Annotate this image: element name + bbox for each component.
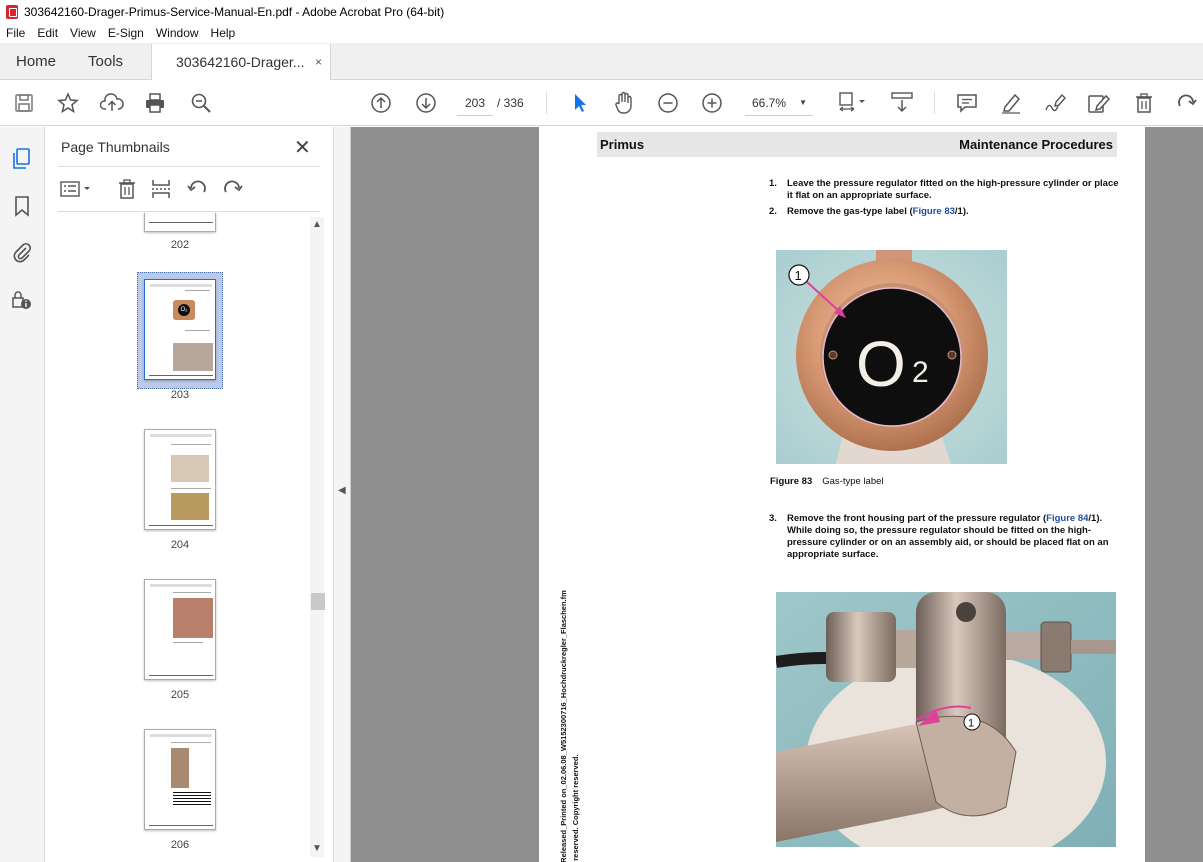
print-icon[interactable]: [143, 91, 167, 115]
previous-page-icon[interactable]: [369, 91, 393, 115]
pdf-page: Primus Maintenance Procedures 1. Leave t…: [539, 127, 1145, 862]
title-bar: 303642160-Drager-Primus-Service-Manual-E…: [0, 0, 1203, 23]
step-1: 1. Leave the pressure regulator fitted o…: [769, 178, 1119, 201]
figure-83-number: Figure 83: [770, 476, 813, 487]
scroll-down-arrow-icon[interactable]: ▼: [312, 843, 322, 854]
header-section-name: Maintenance Procedures: [959, 137, 1113, 152]
toolbar-divider: [546, 92, 547, 114]
page-header-bar: Primus Maintenance Procedures: [597, 132, 1117, 157]
chevron-down-icon: ▼: [799, 98, 807, 107]
highlight-pen-icon[interactable]: [999, 91, 1023, 115]
thumbnail-page-206[interactable]: [144, 729, 216, 830]
thumbnail-label-203: 203: [170, 389, 190, 401]
hand-tool-icon[interactable]: [612, 91, 636, 115]
thumbnail-label-205: 205: [170, 689, 190, 701]
zoom-search-icon[interactable]: [189, 91, 213, 115]
bookmark-icon[interactable]: [10, 194, 34, 218]
delete-icon[interactable]: [1132, 91, 1156, 115]
page-thumbnails-panel: Page Thumbnails ✕ 202 O₂ 203 204 205 206…: [46, 127, 333, 862]
menu-window[interactable]: Window: [150, 26, 205, 40]
menu-help[interactable]: Help: [205, 26, 242, 40]
o2-label-text: O: [856, 328, 906, 400]
window-title: 303642160-Drager-Primus-Service-Manual-E…: [24, 4, 445, 19]
thumbnail-page-204[interactable]: [144, 429, 216, 530]
page-thumbnails-icon[interactable]: [10, 147, 34, 171]
thumbnail-label-204: 204: [170, 539, 190, 551]
star-bookmark-icon[interactable]: [56, 91, 80, 115]
menu-bar: File Edit View E-Sign Window Help: [0, 23, 1203, 43]
document-view[interactable]: Primus Maintenance Procedures 1. Leave t…: [351, 127, 1203, 862]
thumbnail-label-202: 202: [170, 239, 190, 251]
step-list-middle: 3. Remove the front housing part of the …: [769, 513, 1119, 565]
figure-83-link[interactable]: Figure 83: [913, 206, 955, 217]
select-cursor-icon[interactable]: [568, 91, 592, 115]
step-list-top: 1. Leave the pressure regulator fitted o…: [769, 178, 1119, 222]
scroll-up-arrow-icon[interactable]: ▲: [312, 219, 322, 230]
rotate-counterclockwise-icon[interactable]: [186, 177, 210, 201]
thumbnail-label-206: 206: [170, 839, 190, 851]
thumbnail-page-205[interactable]: [144, 579, 216, 680]
panel-divider: [58, 166, 320, 167]
rotate-icon[interactable]: [1174, 91, 1198, 115]
left-navigation-rail: [0, 127, 45, 862]
page-number-input[interactable]: 203: [457, 90, 493, 116]
next-page-icon[interactable]: [414, 91, 438, 115]
figure-83-caption: Figure 83 Gas-type label: [770, 476, 884, 487]
menu-file[interactable]: File: [0, 26, 31, 40]
thumbnail-toolbar: [58, 177, 320, 203]
panel-close-icon[interactable]: ✕: [294, 135, 311, 160]
panel-collapse-gutter[interactable]: ◀: [333, 127, 351, 862]
thumbnail-options-menu-icon[interactable]: [58, 177, 94, 201]
zoom-level-value: 66.7%: [752, 95, 787, 110]
comment-icon[interactable]: [955, 91, 979, 115]
step-3: 3. Remove the front housing part of the …: [769, 513, 1109, 560]
menu-esign[interactable]: E-Sign: [102, 26, 150, 40]
scroll-mode-icon[interactable]: [890, 91, 914, 115]
insert-page-icon[interactable]: [149, 177, 173, 201]
svg-text:2: 2: [912, 356, 929, 389]
tab-document[interactable]: 303642160-Drager... ×: [151, 44, 332, 80]
figure-83-gas-label-photo: O 2 1: [776, 250, 1007, 464]
zoom-out-icon[interactable]: [656, 91, 680, 115]
save-icon[interactable]: [12, 91, 36, 115]
tab-document-label: 303642160-Drager...: [176, 54, 305, 70]
acrobat-pdf-icon: [6, 4, 18, 19]
svg-text:1: 1: [795, 268, 802, 283]
panel-divider: [58, 211, 320, 212]
zoom-in-icon[interactable]: [700, 91, 724, 115]
attachment-paperclip-icon[interactable]: [10, 240, 34, 264]
toolbar-divider: [934, 92, 935, 114]
thumbnail-list: 202 O₂ 203 204 205 206: [58, 213, 310, 858]
tab-bar: Home Tools 303642160-Drager... ×: [0, 43, 1203, 80]
figure-84-link[interactable]: Figure 84: [1046, 513, 1088, 524]
menu-view[interactable]: View: [64, 26, 102, 40]
svg-text:1: 1: [968, 718, 974, 730]
thumbnail-page-202[interactable]: [144, 213, 216, 232]
rotate-clockwise-icon[interactable]: [220, 177, 244, 201]
scrollbar-thumb[interactable]: [311, 593, 325, 610]
delete-page-icon[interactable]: [115, 177, 139, 201]
collapse-panel-arrow-icon[interactable]: ◀: [338, 485, 346, 496]
tab-tools[interactable]: Tools: [72, 43, 139, 79]
page-total-label: / 336: [497, 96, 524, 110]
tab-home[interactable]: Home: [0, 43, 72, 79]
edit-pdf-icon[interactable]: [1087, 91, 1111, 115]
panel-title: Page Thumbnails: [61, 139, 170, 155]
header-product-name: Primus: [600, 137, 645, 152]
side-note-print-info: _Released_Printed on_02.06.08_W515230071…: [559, 590, 568, 862]
thumbnail-page-203[interactable]: O₂: [144, 279, 216, 380]
menu-edit[interactable]: Edit: [31, 26, 64, 40]
sign-icon[interactable]: [1043, 91, 1067, 115]
tab-close-icon[interactable]: ×: [315, 55, 322, 69]
side-note-copyright: s reserved. Copyright reserved.: [571, 754, 580, 862]
thumbnail-scrollbar[interactable]: ▲ ▼: [310, 217, 325, 857]
figure-84-regulator-photo: 1: [776, 592, 1116, 847]
fit-page-icon[interactable]: [836, 91, 868, 115]
document-info-lock-icon[interactable]: [10, 288, 34, 312]
step-2: 2. Remove the gas-type label (Figure 83/…: [769, 206, 969, 217]
main-toolbar: 203 / 336 66.7% ▼: [0, 80, 1203, 126]
zoom-level-dropdown[interactable]: 66.7% ▼: [745, 90, 813, 116]
figure-83-title: Gas-type label: [822, 476, 884, 487]
cloud-upload-icon[interactable]: [100, 91, 124, 115]
